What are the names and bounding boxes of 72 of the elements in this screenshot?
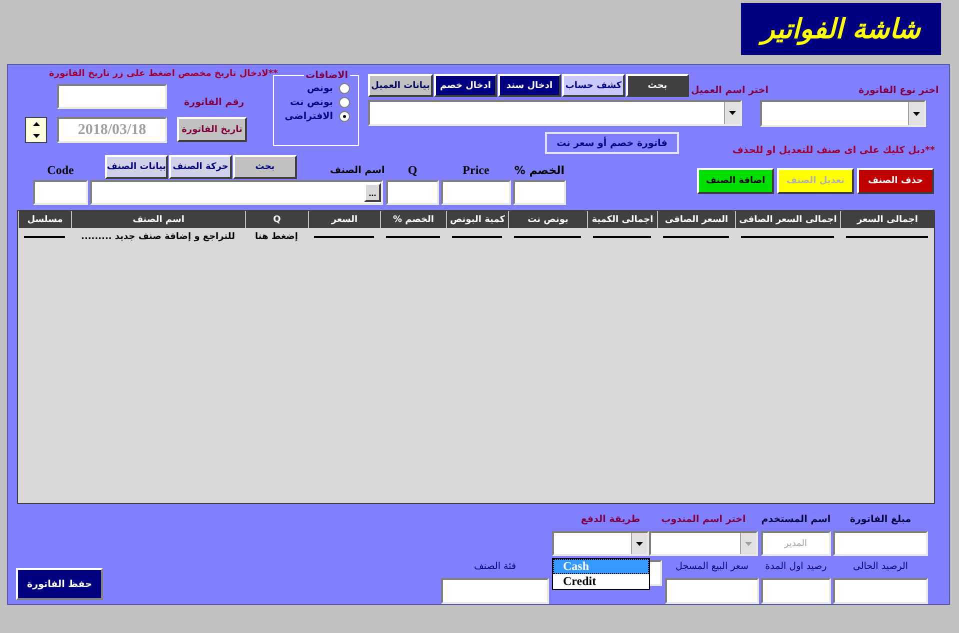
toolbar-button[interactable]: بحث	[626, 74, 689, 97]
radio-option[interactable]: بونص نت	[278, 97, 350, 108]
invoice-type-combo[interactable]	[760, 100, 926, 127]
column-header[interactable]: Q	[245, 211, 308, 228]
additions-title: الاضافات	[304, 70, 349, 81]
toolbar-button[interactable]: بيانات العميل	[368, 74, 433, 97]
item-tool-button[interactable]: حركة الصنف	[169, 155, 232, 179]
toolbar-button[interactable]: ادخال سند	[498, 74, 561, 97]
payment-combo[interactable]	[552, 531, 649, 556]
column-header[interactable]: الخصم %	[380, 211, 446, 228]
down-arrow-icon	[636, 542, 643, 546]
up-arrow-icon	[32, 122, 40, 126]
opening-balance-label: رصيد اول المدة	[765, 560, 827, 574]
invoice-type-label: اختر نوع الفاتورة	[858, 84, 939, 98]
date-spinner[interactable]	[25, 117, 47, 143]
toolbar-button[interactable]: ادخال خصم	[434, 74, 497, 97]
invoice-date-button[interactable]: تاريخ الفاتورة	[177, 117, 247, 142]
column-header[interactable]: مسلسل	[18, 211, 71, 228]
current-balance-field[interactable]	[833, 578, 928, 604]
item-name-label: اسم الصنف	[330, 164, 385, 178]
save-invoice-button[interactable]: حفظ الفاتورة	[16, 568, 103, 600]
column-header[interactable]: اجمالى السعر الصافى	[735, 211, 840, 228]
client-label: اختر اسم العميل	[691, 84, 768, 98]
amount-field[interactable]	[833, 531, 928, 556]
column-header[interactable]: كمية البونص	[446, 211, 508, 228]
radio-option[interactable]: بونص	[278, 83, 350, 94]
table-cell-text: إضغط هنا	[254, 230, 299, 244]
down-arrow-icon	[913, 112, 920, 116]
dropdown-option[interactable]: Credit	[553, 574, 649, 589]
table-cell-text: للتراجع و إضافة صنف جديد .........	[80, 230, 236, 244]
rep-label: اختر اسم المندوب	[661, 513, 746, 527]
column-header[interactable]: اجمالى الكمية	[587, 211, 657, 228]
down-arrow-icon	[745, 542, 752, 546]
discount-field[interactable]	[513, 180, 566, 205]
screen-title: شاشة الفواتير	[741, 3, 941, 55]
quantity-field[interactable]	[386, 180, 439, 205]
column-header[interactable]: اجمالى السعر	[840, 211, 934, 228]
column-header[interactable]: السعر الصافى	[657, 211, 735, 228]
code-field[interactable]	[33, 180, 88, 205]
price-field[interactable]	[441, 180, 511, 205]
current-balance-label: الرصيد الحالى	[852, 560, 908, 574]
user-label: اسم المستخدم	[761, 513, 831, 527]
item-action-button[interactable]: اضافة الصنف	[697, 168, 774, 194]
radio-option[interactable]: الافتراضى	[278, 111, 350, 122]
price-label: Price	[462, 163, 490, 178]
date-hint: **لادخال تاريخ مخصص اضغط على زر تاريخ الفاتورة	[49, 68, 278, 81]
category-field[interactable]	[441, 578, 549, 604]
code-label: Code	[47, 163, 74, 178]
sale-price-field[interactable]	[665, 578, 759, 604]
item-tool-button[interactable]: بيانات الصنف	[105, 155, 168, 179]
discount-invoice-note: فاتورة خصم أو سعر نت	[545, 132, 679, 154]
amount-label: مبلغ الفاتورة	[850, 513, 912, 527]
opening-balance-field[interactable]	[761, 578, 831, 604]
invoice-number-field[interactable]	[57, 84, 167, 109]
sale-price-label: سعر البيع المسجل	[676, 560, 748, 574]
client-combo[interactable]	[368, 100, 742, 126]
quantity-label: Q	[408, 163, 418, 178]
down-arrow-icon	[729, 111, 736, 115]
item-tool-button[interactable]: بحث	[233, 155, 297, 179]
browse-button[interactable]: ...	[364, 183, 381, 202]
item-action-button[interactable]: حذف الصنف	[857, 168, 934, 194]
column-header[interactable]: اسم الصنف	[71, 211, 245, 228]
edit-hint: **دبل كليك على اى صنف للتعديل او للحذف	[732, 144, 935, 157]
down-arrow-icon	[32, 134, 40, 138]
invoice-number-label: رقم الفاتورة	[184, 96, 244, 110]
toolbar-button[interactable]: كشف حساب	[562, 74, 625, 97]
column-header[interactable]: السعر	[308, 211, 380, 228]
category-label: فئة الصنف	[474, 560, 516, 574]
payment-label: طريقة الدفع	[580, 513, 640, 527]
discount-label: الخصم %	[514, 164, 565, 178]
item-name-field[interactable]: ...	[90, 180, 383, 205]
column-header[interactable]: بونص نت	[508, 211, 587, 228]
